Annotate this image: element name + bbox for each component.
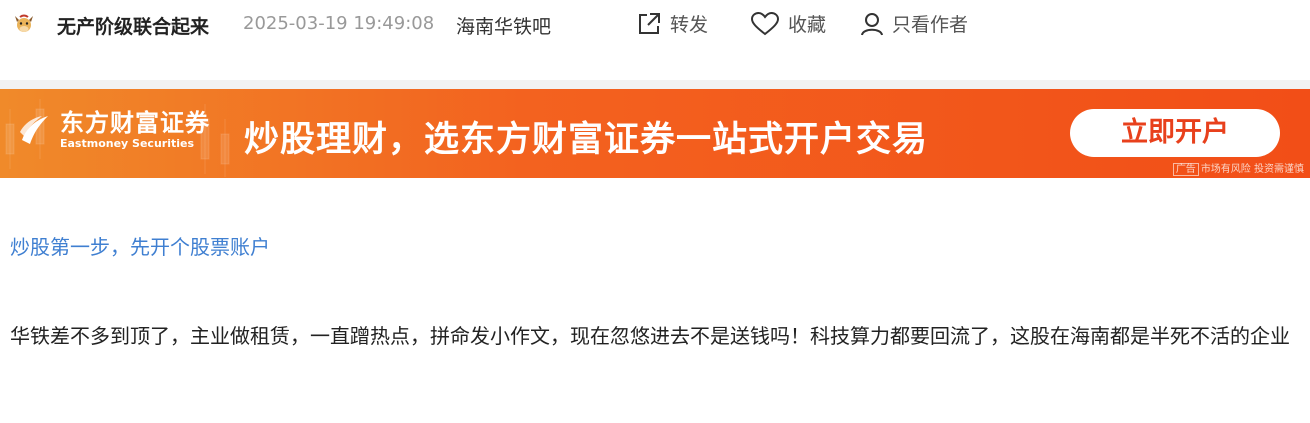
author-only-button[interactable]: 只看作者	[860, 10, 968, 37]
post-body: 华铁差不多到顶了，主业做租赁，一直蹭热点，拼命发小作文，现在忽悠进去不是送钱吗！…	[10, 324, 1290, 348]
post-header: 无产阶级联合起来 2025-03-19 19:49:08 海南华铁吧 转发 收藏…	[0, 0, 1310, 52]
avatar[interactable]	[12, 12, 36, 36]
eastmoney-logo-icon	[20, 116, 48, 144]
favorite-button[interactable]: 收藏	[750, 10, 826, 37]
ad-disclaimer: 广告 市场有风险 投资需谨慎	[1172, 160, 1304, 176]
brand-logo: 东方财富证券 Eastmoney Securities	[18, 109, 210, 151]
user-icon	[861, 12, 883, 35]
author-only-label: 只看作者	[892, 14, 969, 36]
share-button[interactable]: 转发	[636, 10, 708, 37]
heart-icon	[750, 11, 780, 35]
author-name[interactable]: 无产阶级联合起来	[57, 12, 209, 39]
promo-link[interactable]: 炒股第一步，先开个股票账户	[10, 231, 270, 260]
brand-text: 东方财富证券 Eastmoney Securities	[60, 109, 210, 151]
forum-link[interactable]: 海南华铁吧	[456, 12, 551, 39]
section-divider	[0, 80, 1310, 89]
brand-name-cn: 东方财富证券	[60, 109, 210, 137]
favorite-label: 收藏	[788, 14, 827, 36]
risk-note: 市场有风险 投资需谨慎	[1200, 164, 1304, 175]
ad-tag: 广告	[1172, 163, 1199, 176]
share-icon	[639, 12, 660, 34]
open-account-button[interactable]: 立即开户	[1070, 109, 1280, 157]
brand-name-en: Eastmoney Securities	[60, 137, 195, 150]
ad-slogan: 炒股理财，选东方财富证券一站式开户交易	[244, 120, 929, 160]
share-label: 转发	[670, 14, 709, 36]
ad-banner[interactable]: 东方财富证券 Eastmoney Securities 炒股理财，选东方财富证券…	[0, 89, 1310, 178]
post-timestamp: 2025-03-19 19:49:08	[243, 13, 435, 34]
